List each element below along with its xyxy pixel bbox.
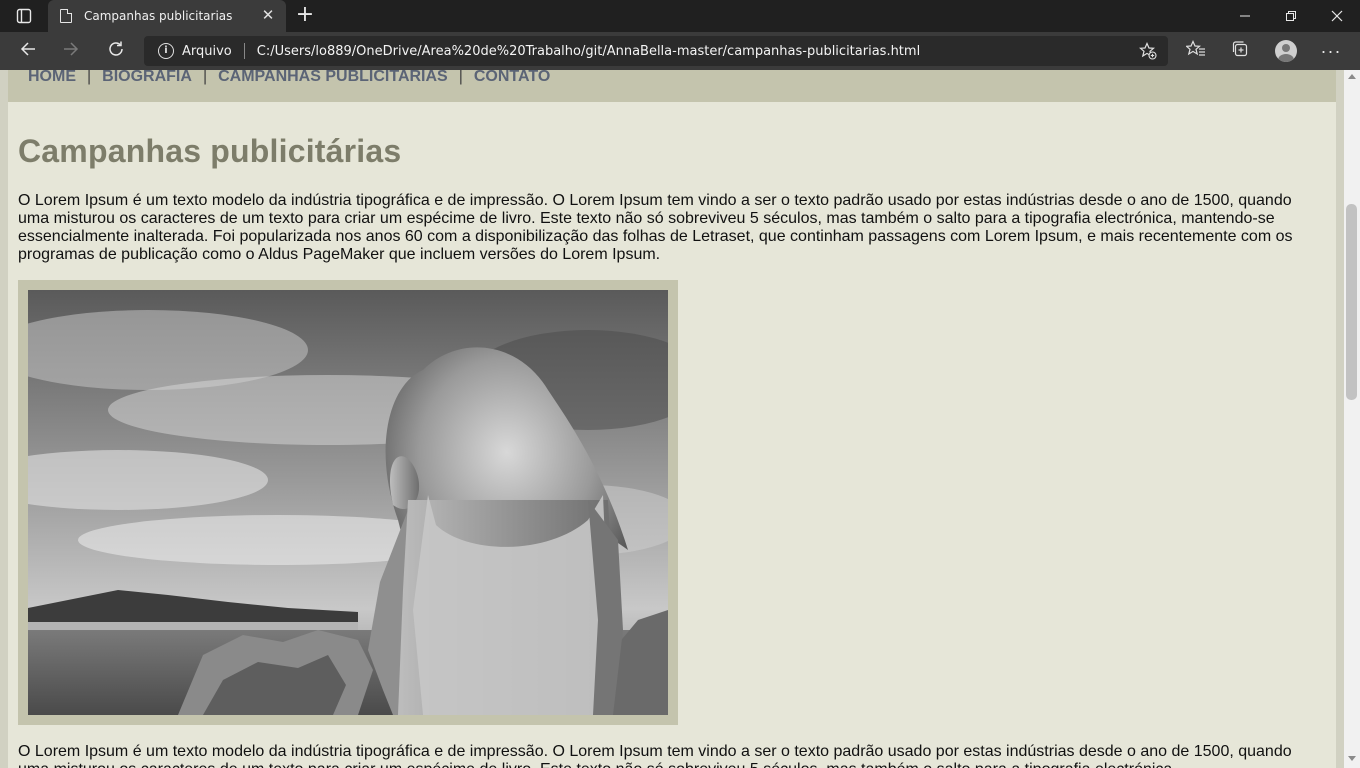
nav-contato-link[interactable]: CONTATO — [474, 70, 550, 86]
address-bar[interactable]: i Arquivo C:/Users/lo889/OneDrive/Área%2… — [144, 36, 1168, 66]
collections-button[interactable] — [1225, 36, 1255, 66]
nav-separator: | — [202, 70, 208, 85]
address-label: Arquivo — [182, 43, 232, 59]
avatar — [1275, 40, 1297, 62]
favorites-button[interactable] — [1181, 36, 1211, 66]
reload-icon — [107, 40, 125, 63]
minimize-button[interactable] — [1222, 0, 1268, 32]
back-arrow-icon — [20, 41, 36, 62]
close-window-button[interactable] — [1314, 0, 1360, 32]
reload-button[interactable] — [101, 36, 131, 66]
browser-toolbar: i Arquivo C:/Users/lo889/OneDrive/Área%2… — [0, 32, 1360, 70]
nav-campanhas-link[interactable]: CAMPANHAS PUBLICITARIAS — [218, 70, 448, 86]
second-paragraph: O Lorem Ipsum é um texto modelo da indús… — [18, 743, 1292, 768]
nav-separator: | — [87, 70, 92, 85]
restore-button[interactable] — [1268, 0, 1314, 32]
url-text[interactable]: C:/Users/lo889/OneDrive/Área%20de%20Trab… — [257, 44, 1138, 59]
star-plus-icon[interactable] — [1138, 41, 1158, 61]
profile-button[interactable] — [1271, 36, 1301, 66]
page-title: Campanhas publicitárias — [18, 133, 402, 169]
site-nav-list: HOME | BIOGRAFIA | CAMPANHAS PUBLICITARI… — [28, 70, 550, 86]
back-button[interactable] — [13, 36, 43, 66]
close-tab-icon[interactable]: ✕ — [260, 8, 276, 24]
address-separator — [243, 43, 245, 59]
campaign-photo — [28, 290, 668, 715]
nav-biografia-link[interactable]: BIOGRAFIA — [102, 70, 192, 86]
forward-button[interactable] — [56, 36, 86, 66]
nav-home-link[interactable]: HOME — [28, 70, 76, 86]
page-icon — [60, 9, 72, 23]
photo-frame — [18, 280, 678, 725]
site-navigation: HOME | BIOGRAFIA | CAMPANHAS PUBLICITARI… — [8, 70, 1336, 102]
new-tab-button[interactable]: + — [294, 4, 316, 27]
browser-tab[interactable]: Campanhas publicitarias ✕ — [48, 0, 286, 32]
browser-titlebar: Campanhas publicitarias ✕ + — [0, 0, 1360, 32]
forward-arrow-icon — [63, 41, 79, 62]
intro-paragraph: O Lorem Ipsum é um texto modelo da indús… — [18, 192, 1293, 263]
scroll-up-arrow-icon[interactable] — [1348, 74, 1356, 79]
scroll-down-arrow-icon[interactable] — [1348, 756, 1356, 761]
more-icon[interactable]: ··· — [1316, 36, 1346, 66]
info-icon[interactable]: i — [158, 43, 174, 59]
scrollbar-thumb[interactable] — [1346, 204, 1357, 400]
tab-actions-icon[interactable] — [10, 6, 38, 26]
favorites-icon — [1184, 39, 1206, 63]
main-content: Campanhas publicitárias O Lorem Ipsum é … — [18, 102, 1318, 768]
page-viewport: HOME | BIOGRAFIA | CAMPANHAS PUBLICITARI… — [0, 70, 1344, 768]
tab-title: Campanhas publicitarias — [84, 9, 233, 23]
nav-separator: | — [458, 70, 463, 85]
vertical-scrollbar[interactable] — [1344, 70, 1360, 768]
collections-icon — [1231, 40, 1249, 63]
